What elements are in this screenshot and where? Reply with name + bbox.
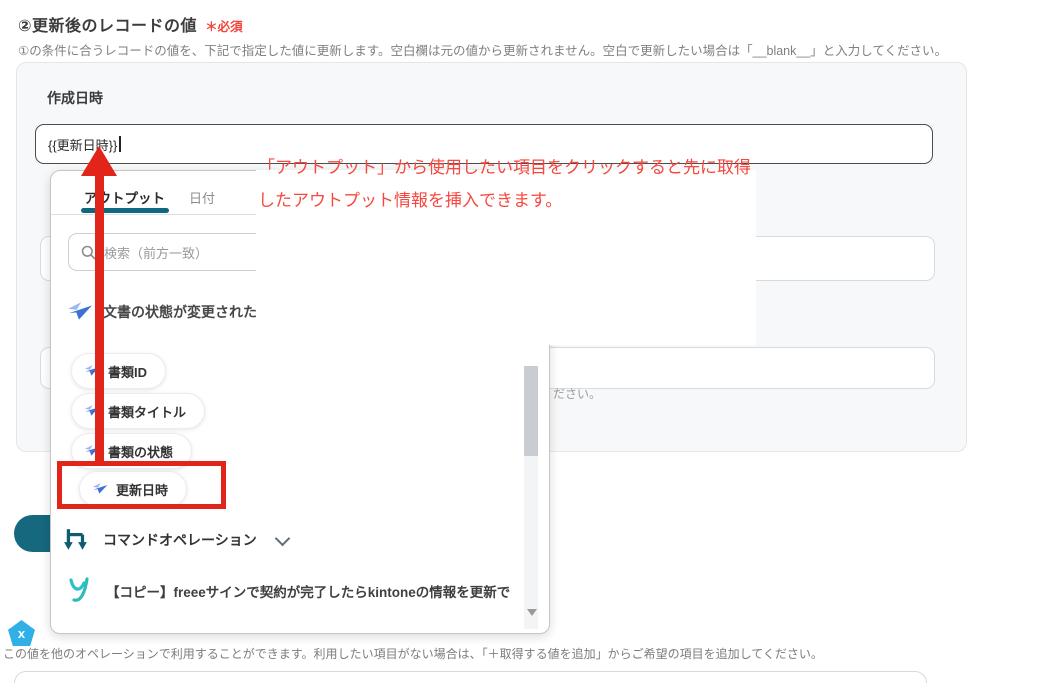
output-chip-document-title[interactable]: 書類タイトル bbox=[71, 393, 206, 429]
page-description: ①の条件に合うレコードの値を、下記で指定した値に更新します。空白欄は元の値から更… bbox=[18, 44, 948, 58]
text-cursor bbox=[119, 136, 121, 152]
scrollbar-down-arrow-icon[interactable] bbox=[527, 609, 537, 616]
command-operation-label: コマンドオペレーション bbox=[103, 532, 257, 548]
page-title: ②更新後のレコードの値 bbox=[18, 18, 198, 35]
annotation-line1: 「アウトプット」から使用したい項目をクリックすると先に取得 bbox=[258, 158, 751, 177]
operation-pentagon-icon: x bbox=[8, 620, 35, 646]
scrollbar-thumb[interactable] bbox=[524, 366, 538, 456]
search-placeholder: 検索（前方一致） bbox=[104, 245, 209, 261]
annotation-highlight-box bbox=[57, 461, 226, 509]
freee-sign-icon bbox=[68, 302, 92, 320]
chip-label: 書類の状態 bbox=[108, 444, 174, 460]
field-label-created-at: 作成日時 bbox=[47, 90, 103, 106]
chevron-down-icon bbox=[274, 530, 291, 546]
footer-note: この値を他のオペレーションで利用することができます。利用したい項目がない場合は、… bbox=[3, 647, 823, 661]
annotation-arrow-line bbox=[95, 174, 104, 466]
trigger-group-label: 文書の状態が変更された bbox=[103, 304, 257, 320]
page-title-row: ②更新後のレコードの値 ＊必須 bbox=[18, 12, 243, 36]
pentagon-icon-label: x bbox=[17, 625, 26, 641]
template-item[interactable]: 【コピー】freeeサインで契約が完了したらkintoneの情報を更新で bbox=[66, 576, 510, 606]
command-operation-section[interactable]: コマンドオペレーション bbox=[63, 527, 291, 553]
annotation-line2: したアウトプット情報を挿入できます。 bbox=[258, 191, 563, 210]
annotation-text: 「アウトプット」から使用したい項目をクリックすると先に取得 したアウトプット情報… bbox=[258, 151, 770, 217]
output-chip-document-id[interactable]: 書類ID bbox=[71, 353, 167, 389]
search-icon bbox=[81, 245, 96, 259]
next-section-panel-partial bbox=[14, 671, 927, 683]
required-badge: ＊必須 bbox=[205, 20, 243, 34]
chip-label: 書類タイトル bbox=[108, 404, 187, 420]
tab-date[interactable]: 日付 bbox=[189, 188, 215, 207]
yoom-logo-icon bbox=[69, 577, 89, 602]
screenshot-root: ②更新後のレコードの値 ＊必須 ①の条件に合うレコードの値を、下記で指定した値に… bbox=[0, 0, 1061, 683]
command-operation-icon bbox=[64, 529, 87, 550]
template-item-label: 【コピー】freeeサインで契約が完了したらkintoneの情報を更新で bbox=[106, 585, 511, 600]
helper-text-fragment: ださい。 bbox=[553, 387, 602, 401]
annotation-arrow-head-icon bbox=[81, 146, 117, 176]
chip-label: 書類ID bbox=[108, 364, 148, 380]
